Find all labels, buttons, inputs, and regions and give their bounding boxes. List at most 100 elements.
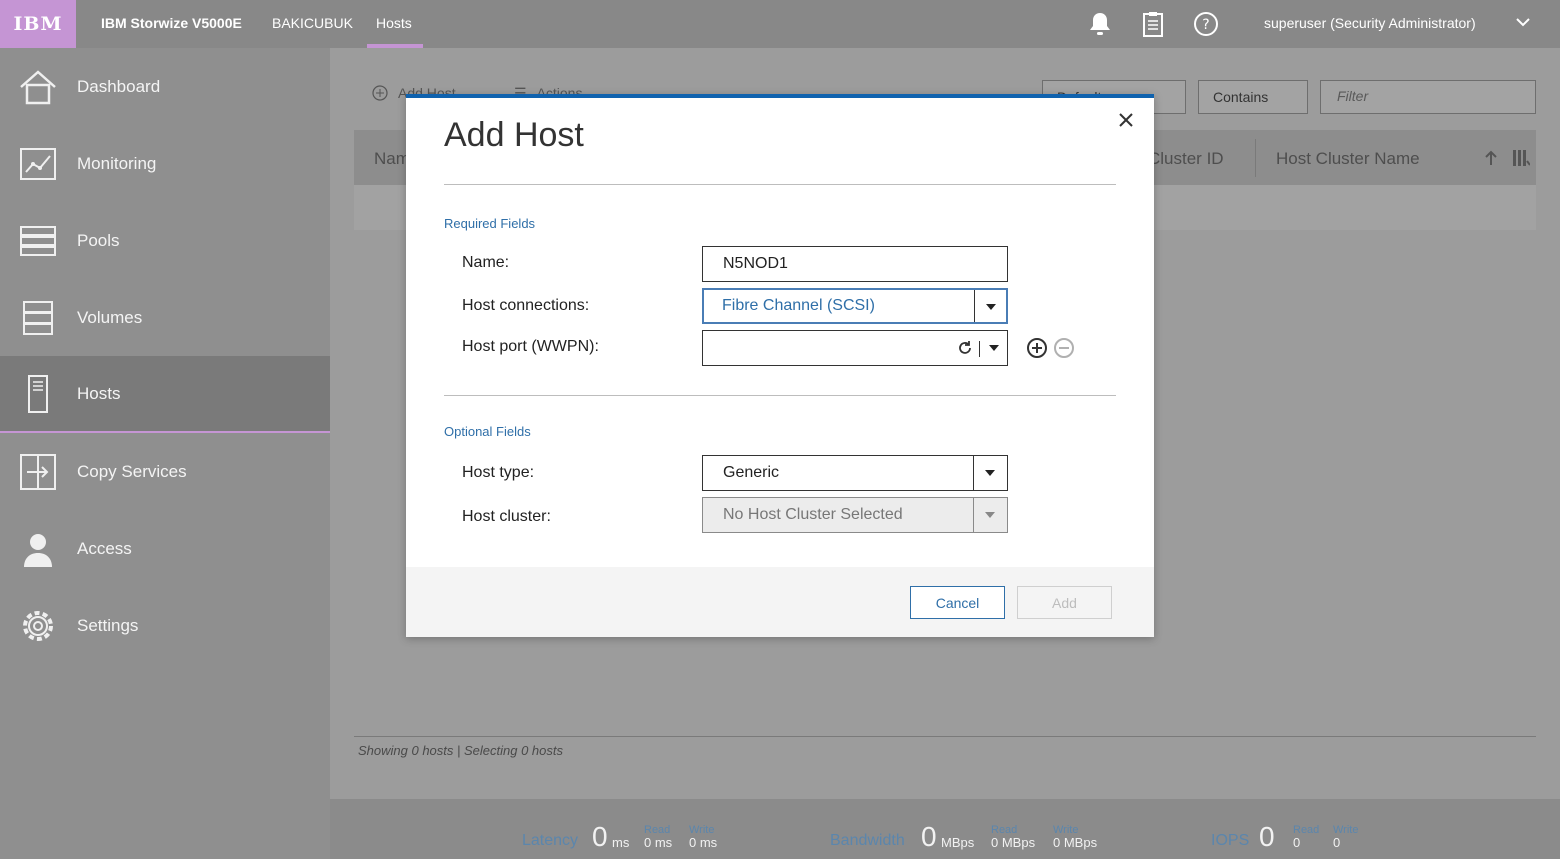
close-icon[interactable]: [1119, 110, 1133, 133]
access-icon: [18, 529, 58, 569]
help-icon[interactable]: ?: [1192, 10, 1220, 38]
required-fields-heading: Required Fields: [444, 216, 536, 231]
contains-select[interactable]: Contains: [1198, 80, 1308, 114]
top-bar: IBM IBM Storwize V5000E BAKICUBUK Hosts …: [0, 0, 1560, 48]
latency-unit: ms: [612, 835, 630, 850]
sidebar-item-label: Monitoring: [77, 153, 157, 173]
column-header-name[interactable]: Nam: [374, 149, 410, 169]
host-connections-value: Fibre Channel (SCSI): [722, 297, 875, 314]
ibm-logo[interactable]: IBM: [0, 0, 76, 48]
section-divider: [444, 395, 1116, 396]
columns-icon[interactable]: [1512, 149, 1531, 172]
iops-value: 0: [1259, 821, 1275, 852]
pools-icon: [18, 221, 58, 261]
column-divider: [1255, 139, 1256, 177]
host-cluster-select[interactable]: No Host Cluster Selected: [702, 497, 1008, 533]
dropdown-separator: [973, 456, 974, 490]
gear-icon: [18, 606, 58, 646]
dropdown-separator: [973, 498, 974, 532]
performance-stats-bar: Latency 0 ms Read 0 ms Write 0 ms Bandwi…: [330, 799, 1560, 859]
sidebar-item-label: Dashboard: [77, 76, 161, 96]
iops-read-value: 0: [1293, 835, 1301, 850]
clipboard-icon[interactable]: [1139, 10, 1167, 38]
column-header-cluster-id[interactable]: Cluster ID: [1148, 149, 1224, 169]
latency-read-value: 0 ms: [644, 835, 673, 850]
iops-label: IOPS: [1211, 832, 1250, 849]
svg-text:?: ?: [1202, 17, 1209, 33]
host-connections-select[interactable]: Fibre Channel (SCSI): [702, 288, 1008, 324]
refresh-icon[interactable]: [957, 340, 973, 361]
copy-services-icon: [18, 452, 58, 492]
sidebar-item-volumes[interactable]: Volumes: [0, 279, 330, 356]
bandwidth-write-value: 0 MBps: [1053, 835, 1098, 850]
host-port-combobox[interactable]: [702, 330, 1008, 366]
monitoring-icon: [18, 144, 58, 184]
add-port-icon[interactable]: [1027, 338, 1047, 358]
host-connections-label: Host connections:: [462, 297, 590, 314]
current-tab-hosts[interactable]: Hosts: [376, 15, 412, 31]
user-menu[interactable]: superuser (Security Administrator): [1264, 15, 1476, 31]
host-cluster-label: Host cluster:: [462, 508, 551, 525]
product-name[interactable]: IBM Storwize V5000E: [101, 15, 242, 31]
title-divider: [444, 184, 1116, 185]
host-icon: [18, 374, 58, 414]
caret-down-icon: [986, 304, 996, 310]
host-type-value: Generic: [723, 464, 780, 481]
home-icon: [18, 67, 58, 107]
volumes-icon: [18, 298, 58, 338]
name-input-value: N5NOD1: [723, 255, 788, 272]
sidebar-item-monitoring[interactable]: Monitoring: [0, 125, 330, 202]
plus-circle-icon: [372, 85, 388, 101]
contains-select-label: Contains: [1213, 89, 1269, 105]
sidebar-item-label: Pools: [77, 230, 120, 250]
caret-down-icon: [985, 470, 995, 476]
latency-value: 0: [592, 821, 608, 852]
footer-divider: [354, 736, 1536, 737]
add-button[interactable]: Add: [1017, 586, 1112, 619]
host-cluster-value: No Host Cluster Selected: [723, 506, 903, 523]
bandwidth-unit: MBps: [941, 835, 975, 850]
sidebar-item-hosts[interactable]: Hosts: [0, 356, 330, 433]
sort-up-icon[interactable]: [1484, 150, 1498, 171]
iops-write-value: 0: [1333, 835, 1341, 850]
sidebar-item-pools[interactable]: Pools: [0, 202, 330, 279]
latency-write-value: 0 ms: [689, 835, 718, 850]
filter-placeholder: Filter: [1337, 88, 1369, 104]
sidebar-item-dashboard[interactable]: Dashboard: [0, 48, 330, 125]
sidebar-item-label: Settings: [77, 615, 139, 635]
dialog-title: Add Host: [444, 116, 584, 154]
sidebar-item-label: Volumes: [77, 307, 143, 327]
sidebar-item-access[interactable]: Access: [0, 510, 330, 587]
caret-down-icon: [985, 512, 995, 518]
sidebar-item-label: Access: [77, 538, 132, 558]
sidebar-item-label: Hosts: [77, 383, 121, 403]
dropdown-separator: [974, 290, 975, 322]
column-header-cluster-name[interactable]: Host Cluster Name: [1276, 149, 1420, 169]
caret-down-icon[interactable]: [989, 345, 999, 351]
selection-status: Showing 0 hosts | Selecting 0 hosts: [358, 743, 563, 758]
name-label: Name:: [462, 254, 510, 271]
host-type-select[interactable]: Generic: [702, 455, 1008, 491]
chevron-down-icon[interactable]: [1516, 14, 1530, 30]
system-name[interactable]: BAKICUBUK: [272, 15, 353, 31]
optional-fields-heading: Optional Fields: [444, 424, 531, 439]
dropdown-separator: [979, 341, 980, 357]
latency-label: Latency: [522, 832, 579, 849]
host-port-label: Host port (WWPN):: [462, 338, 599, 355]
bandwidth-read-value: 0 MBps: [991, 835, 1036, 850]
remove-port-icon[interactable]: [1054, 338, 1074, 358]
dialog-top-accent: [406, 94, 1154, 98]
name-input[interactable]: N5NOD1: [702, 246, 1008, 282]
bandwidth-label: Bandwidth: [830, 832, 905, 849]
host-type-label: Host type:: [462, 464, 535, 481]
cancel-button[interactable]: Cancel: [910, 586, 1005, 619]
sidebar: Dashboard Monitoring Pools Volumes Hosts…: [0, 48, 330, 859]
sidebar-item-settings[interactable]: Settings: [0, 587, 330, 664]
filter-input[interactable]: Filter: [1320, 80, 1536, 114]
bell-icon[interactable]: [1086, 10, 1114, 38]
add-host-dialog: Add Host Required Fields Name: N5NOD1 Ho…: [406, 94, 1154, 637]
sidebar-item-label: Copy Services: [77, 461, 187, 481]
sidebar-item-copy-services[interactable]: Copy Services: [0, 433, 330, 510]
bandwidth-value: 0: [921, 821, 937, 852]
dialog-footer: Cancel Add: [406, 567, 1154, 637]
